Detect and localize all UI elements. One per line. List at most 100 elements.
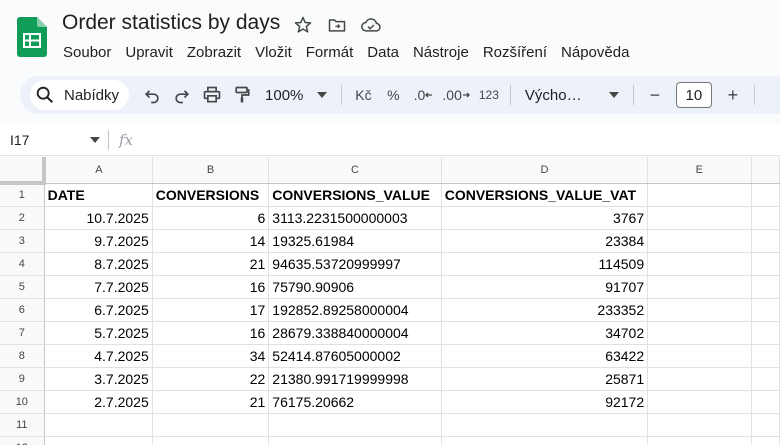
cell[interactable] bbox=[751, 183, 780, 207]
cell[interactable] bbox=[751, 252, 780, 276]
column-header-b[interactable]: B bbox=[152, 157, 270, 184]
cell[interactable]: 10.7.2025 bbox=[44, 206, 153, 230]
cell[interactable] bbox=[751, 321, 780, 345]
cell[interactable]: 2.7.2025 bbox=[44, 390, 153, 414]
cell[interactable] bbox=[152, 436, 270, 445]
cell[interactable]: 114509 bbox=[441, 252, 649, 276]
decrease-decimal-button[interactable]: .0 bbox=[408, 80, 438, 110]
row-header[interactable]: 5 bbox=[0, 275, 45, 299]
cell[interactable] bbox=[751, 229, 780, 253]
cell[interactable] bbox=[268, 436, 442, 445]
menu-file[interactable]: Soubor bbox=[56, 42, 118, 63]
cell[interactable]: 16 bbox=[152, 321, 270, 345]
cell[interactable] bbox=[647, 321, 752, 345]
cell[interactable] bbox=[751, 367, 780, 391]
cell[interactable] bbox=[751, 298, 780, 322]
cell[interactable]: 34702 bbox=[441, 321, 649, 345]
decrease-font-size-button[interactable]: − bbox=[640, 80, 670, 110]
cell[interactable] bbox=[44, 436, 153, 445]
cell[interactable] bbox=[647, 252, 752, 276]
cell[interactable] bbox=[751, 206, 780, 230]
menu-search[interactable]: Nabídky bbox=[30, 80, 130, 110]
cell[interactable]: 75790.90906 bbox=[268, 275, 442, 299]
cell[interactable]: 6 bbox=[152, 206, 270, 230]
column-header-c[interactable]: C bbox=[268, 157, 442, 184]
row-header[interactable]: 7 bbox=[0, 321, 45, 345]
cell[interactable]: 22 bbox=[152, 367, 270, 391]
cell[interactable]: 34 bbox=[152, 344, 270, 368]
cell[interactable] bbox=[647, 413, 752, 437]
menu-extensions[interactable]: Rozšíření bbox=[476, 42, 554, 63]
cell[interactable]: 91707 bbox=[441, 275, 649, 299]
font-size-input[interactable]: 10 bbox=[675, 82, 712, 108]
cell[interactable] bbox=[751, 275, 780, 299]
cell[interactable] bbox=[751, 436, 780, 445]
font-select[interactable]: Vý­cho… bbox=[517, 87, 627, 104]
menu-tools[interactable]: Nástroje bbox=[406, 42, 476, 63]
menu-insert[interactable]: Vložit bbox=[248, 42, 299, 63]
cell[interactable] bbox=[751, 413, 780, 437]
row-header[interactable]: 10 bbox=[0, 390, 45, 414]
cell[interactable]: 63422 bbox=[441, 344, 649, 368]
row-header[interactable]: 8 bbox=[0, 344, 45, 368]
header-cell[interactable]: CONVERSIONS bbox=[152, 183, 270, 207]
select-all-corner[interactable] bbox=[0, 157, 47, 185]
cell[interactable]: 94635.53720999997 bbox=[268, 252, 442, 276]
row-header[interactable]: 3 bbox=[0, 229, 45, 253]
menu-view[interactable]: Zobrazit bbox=[180, 42, 248, 63]
column-header-next[interactable] bbox=[751, 157, 780, 184]
cell[interactable]: 9.7.2025 bbox=[44, 229, 153, 253]
column-header-d[interactable]: D bbox=[441, 157, 649, 184]
cell[interactable] bbox=[647, 275, 752, 299]
cell[interactable]: 192852.89258000004 bbox=[268, 298, 442, 322]
document-title[interactable]: Order statistics by days bbox=[62, 11, 280, 35]
print-button[interactable] bbox=[197, 80, 227, 110]
paint-format-button[interactable] bbox=[227, 80, 257, 110]
star-icon[interactable] bbox=[292, 14, 314, 36]
cell[interactable]: 52414.87605000002 bbox=[268, 344, 442, 368]
cell[interactable]: 21 bbox=[152, 252, 270, 276]
cell[interactable] bbox=[44, 413, 153, 437]
cell[interactable]: 21380.991719999998 bbox=[268, 367, 442, 391]
cell[interactable]: 76175.20662 bbox=[268, 390, 442, 414]
cell[interactable]: 28679.338840000004 bbox=[268, 321, 442, 345]
cell[interactable]: 3767 bbox=[441, 206, 649, 230]
row-header[interactable]: 12 bbox=[0, 436, 45, 445]
cell[interactable]: 233352 bbox=[441, 298, 649, 322]
menu-data[interactable]: Data bbox=[360, 42, 406, 63]
cell[interactable]: 14 bbox=[152, 229, 270, 253]
cell[interactable]: 23384 bbox=[441, 229, 649, 253]
cell[interactable]: 17 bbox=[152, 298, 270, 322]
zoom-select[interactable]: 100% bbox=[257, 87, 335, 104]
menu-edit[interactable]: Upravit bbox=[118, 42, 180, 63]
cell[interactable] bbox=[647, 229, 752, 253]
column-header-e[interactable]: E bbox=[647, 157, 752, 184]
currency-format-button[interactable]: Kč bbox=[348, 80, 378, 110]
redo-button[interactable] bbox=[167, 80, 197, 110]
cell[interactable]: 21 bbox=[152, 390, 270, 414]
cell[interactable]: 7.7.2025 bbox=[44, 275, 153, 299]
sheets-logo-icon[interactable] bbox=[17, 17, 47, 57]
cell[interactable] bbox=[751, 344, 780, 368]
cell[interactable]: 4.7.2025 bbox=[44, 344, 153, 368]
header-cell[interactable]: CONVERSIONS_VALUE bbox=[268, 183, 442, 207]
name-box[interactable]: I17 bbox=[0, 124, 108, 156]
column-header-a[interactable]: A bbox=[44, 157, 153, 184]
percent-format-button[interactable]: % bbox=[378, 80, 408, 110]
row-header[interactable]: 11 bbox=[0, 413, 45, 437]
cell[interactable] bbox=[751, 390, 780, 414]
menu-format[interactable]: Formát bbox=[299, 42, 361, 63]
cell[interactable] bbox=[647, 436, 752, 445]
cell[interactable] bbox=[647, 206, 752, 230]
move-to-folder-icon[interactable] bbox=[326, 14, 348, 36]
row-header[interactable]: 6 bbox=[0, 298, 45, 322]
cell[interactable] bbox=[647, 390, 752, 414]
cell[interactable]: 16 bbox=[152, 275, 270, 299]
cell[interactable] bbox=[647, 183, 752, 207]
cell[interactable]: 3.7.2025 bbox=[44, 367, 153, 391]
cell[interactable] bbox=[441, 413, 649, 437]
header-cell[interactable]: DATE bbox=[44, 183, 153, 207]
increase-font-size-button[interactable]: + bbox=[718, 80, 748, 110]
header-cell[interactable]: CONVERSIONS_VALUE_VAT bbox=[441, 183, 649, 207]
cell[interactable] bbox=[647, 367, 752, 391]
